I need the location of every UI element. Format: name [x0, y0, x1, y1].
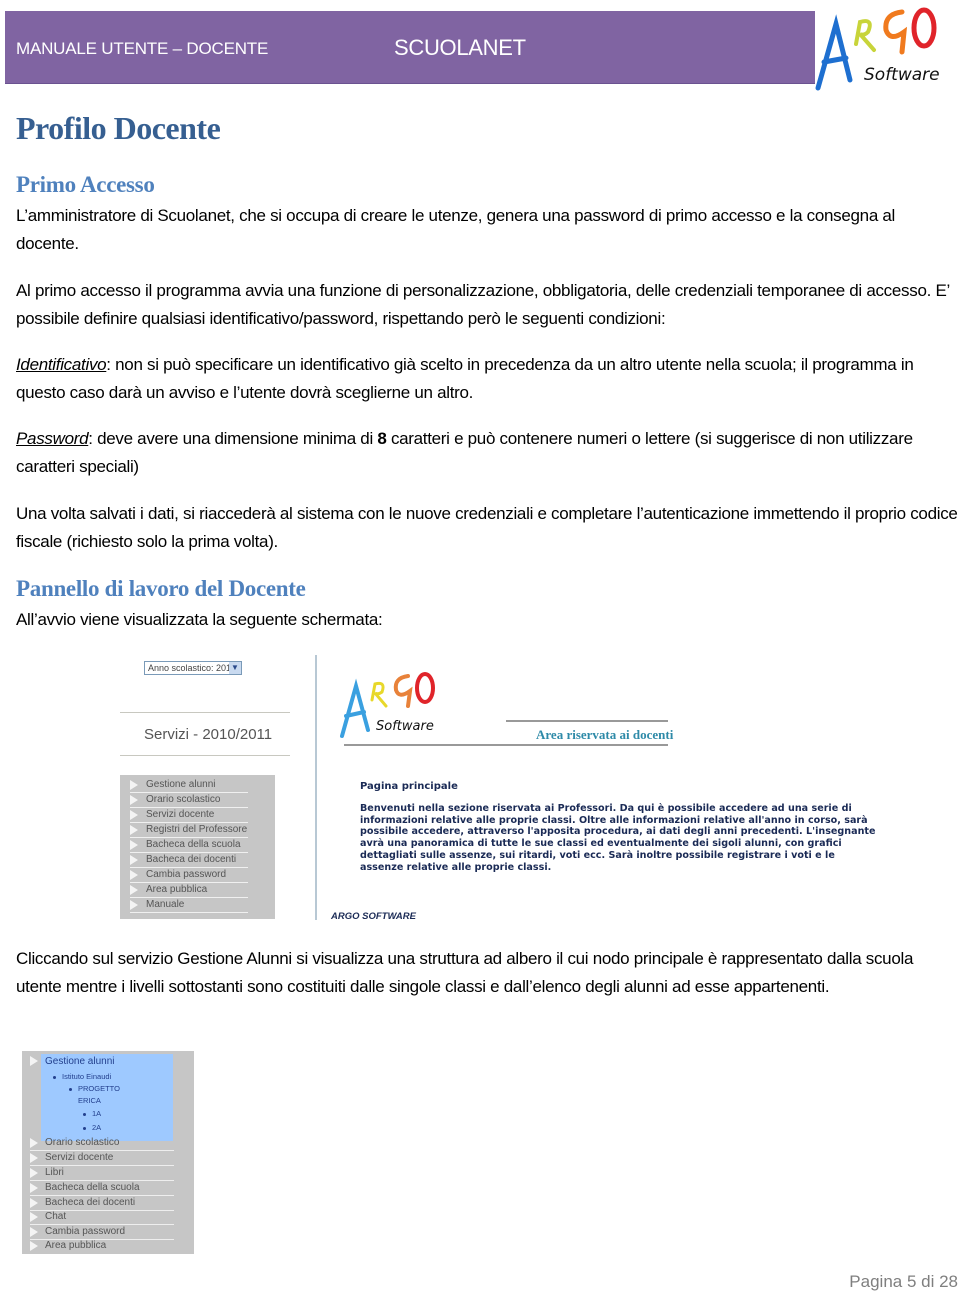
menu-item[interactable]: Cambia password — [30, 1225, 174, 1240]
area-reserved-label: Area riservata ai docenti — [536, 727, 674, 742]
arrow-right-icon — [30, 1198, 38, 1208]
main-page-title: Pagina principale — [360, 781, 458, 792]
services-title: Servizi - 2010/2011 — [144, 726, 273, 743]
bullet-icon — [53, 1075, 56, 1079]
menu-item[interactable]: Area pubblica — [30, 1239, 174, 1254]
menu-item[interactable]: Cambia password — [130, 868, 248, 883]
arrow-right-icon — [130, 840, 138, 850]
manual-title: MANUALE UTENTE – DOCENTE — [16, 39, 269, 58]
paragraph-admin: L’amministratore di Scuolanet, che si oc… — [16, 206, 896, 253]
arrow-right-icon — [30, 1241, 38, 1251]
arrow-right-icon — [30, 1227, 38, 1237]
menu-item[interactable]: Area pubblica — [130, 883, 248, 898]
menu-item[interactable]: Bacheca dei docenti — [30, 1196, 174, 1211]
chevron-down-icon: ▼ — [229, 662, 241, 674]
arrow-right-icon — [30, 1153, 38, 1163]
arrow-right-icon — [130, 900, 138, 910]
arrow-right-icon — [130, 810, 138, 820]
arrow-right-icon — [30, 1183, 38, 1193]
paragraph-password: Password: deve avere una dimensione mini… — [16, 425, 960, 481]
paragraph-saved-data: Una volta salvati i dati, si riaccederà … — [16, 504, 958, 551]
tree-node-class[interactable]: 1A — [83, 1109, 101, 1118]
arrow-right-icon — [30, 1212, 38, 1222]
arrow-right-icon — [130, 780, 138, 790]
arrow-right-icon — [130, 795, 138, 805]
tree-node-project[interactable]: PROGETTO — [69, 1084, 120, 1093]
menu-item[interactable]: Chat — [30, 1210, 174, 1225]
arrow-right-icon — [130, 870, 138, 880]
section-heading-primo-accesso: Primo Accesso — [16, 172, 155, 197]
screenshot-services-panel: Anno scolastico: 2010 ▼ Servizi - 2010/2… — [120, 655, 290, 920]
password-min-length: 8 — [377, 429, 387, 448]
menu-item[interactable]: Servizi docente — [130, 808, 248, 823]
argo-logo-icon: Software — [815, 7, 940, 91]
bullet-icon — [83, 1112, 86, 1116]
screenshot-main-page: Area riservata ai docenti Pagina princip… — [320, 655, 880, 925]
screenshot-tree-menu: Gestione alunni Istituto Einaudi PROGETT… — [22, 1051, 194, 1254]
page-number: Pagina 5 di 28 — [849, 1272, 958, 1291]
section-heading-pannello: Pannello di lavoro del Docente — [16, 576, 306, 601]
tree-node-class[interactable]: 2A — [83, 1123, 101, 1132]
divider — [120, 712, 290, 713]
identificativo-label: Identificativo — [16, 355, 107, 374]
menu-item[interactable]: Gestione alunni — [130, 778, 248, 793]
logo-software-text: Software — [864, 65, 940, 85]
page-title: Profilo Docente — [16, 110, 221, 146]
services-menu: Gestione alunni Orario scolastico Serviz… — [120, 775, 275, 919]
password-label: Password — [16, 429, 89, 448]
argo-software-footer: ARGO SOFTWARE — [331, 911, 416, 922]
menu-item[interactable]: Bacheca della scuola — [130, 838, 248, 853]
menu-item[interactable]: Orario scolastico — [30, 1136, 174, 1151]
tree-node-project-line2: ERICA — [78, 1096, 101, 1105]
divider — [120, 755, 290, 756]
menu-item[interactable]: Libri — [30, 1166, 174, 1181]
divider-vertical — [315, 655, 317, 920]
tree-title: Gestione alunni — [45, 1056, 115, 1067]
header-band: MANUALE UTENTE – DOCENTE SCUOLANET — [5, 11, 815, 84]
menu-item[interactable]: Manuale — [130, 898, 248, 913]
main-page-body: Benvenuti nella sezione riservata ai Pro… — [360, 803, 876, 873]
divider — [344, 744, 668, 746]
menu-item[interactable]: Servizi docente — [30, 1151, 174, 1166]
menu-item[interactable]: Registri del Professore — [130, 823, 248, 838]
paragraph-gestione-alunni: Cliccando sul servizio Gestione Alunni s… — [16, 949, 914, 996]
identificativo-text: : non si può specificare un identificati… — [16, 355, 914, 402]
tree-expanded-section[interactable]: Gestione alunni Istituto Einaudi PROGETT… — [30, 1054, 173, 1141]
school-year-select[interactable]: Anno scolastico: 2010 ▼ — [144, 661, 242, 675]
arrow-right-icon — [30, 1168, 38, 1178]
menu-item[interactable]: Bacheca dei docenti — [130, 853, 248, 868]
paragraph-first-access: Al primo accesso il programma avvia una … — [16, 281, 950, 328]
arrow-right-icon — [30, 1138, 38, 1148]
password-text-a: : deve avere una dimensione minima di — [88, 429, 378, 448]
school-year-value: Anno scolastico: 2010 — [148, 663, 237, 673]
arrow-right-icon — [30, 1056, 38, 1066]
arrow-right-icon — [130, 855, 138, 865]
menu-item[interactable]: Orario scolastico — [130, 793, 248, 808]
menu-item[interactable]: Bacheca della scuola — [30, 1181, 174, 1196]
paragraph-pannello-intro: All’avvio viene visualizzata la seguente… — [16, 610, 383, 629]
bullet-icon — [83, 1126, 86, 1130]
divider — [506, 720, 668, 722]
arrow-right-icon — [130, 825, 138, 835]
bullet-icon — [69, 1087, 72, 1091]
arrow-right-icon — [130, 885, 138, 895]
product-title: SCUOLANET — [394, 35, 526, 60]
tree-node-school[interactable]: Istituto Einaudi — [53, 1072, 111, 1081]
paragraph-identificativo: Identificativo: non si può specificare u… — [16, 351, 960, 407]
